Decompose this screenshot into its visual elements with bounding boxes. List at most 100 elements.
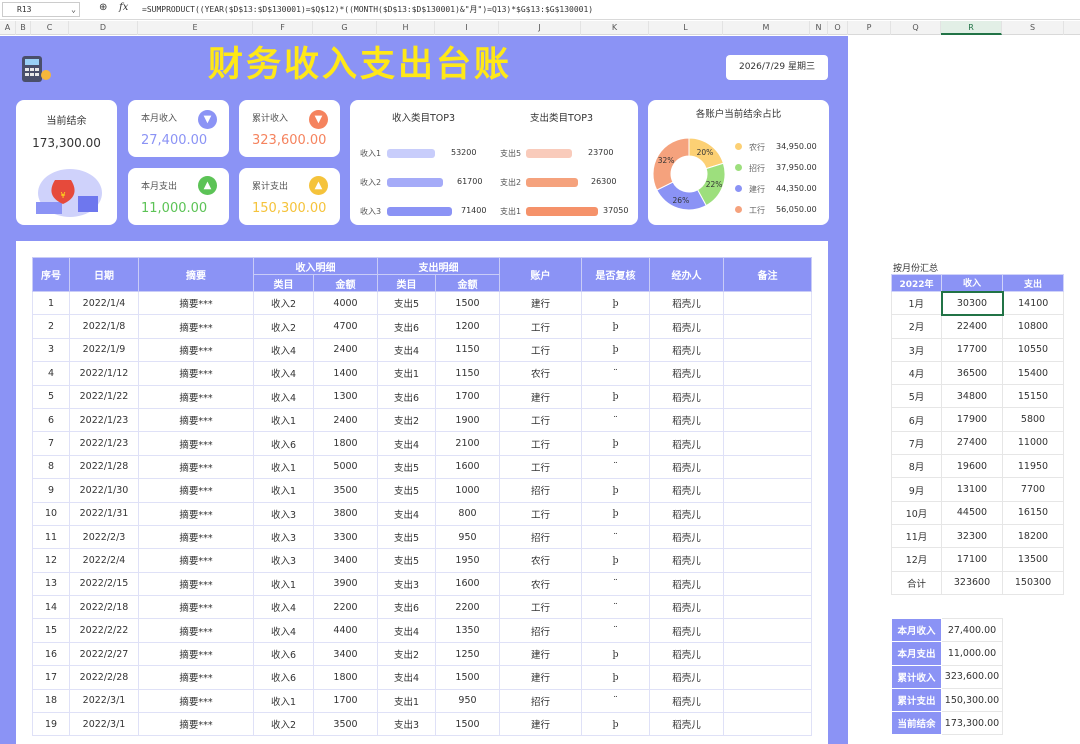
expense-category-cell[interactable]: 支出4	[377, 618, 436, 643]
remark-cell[interactable]	[723, 431, 812, 456]
account-cell[interactable]: 建行	[499, 641, 582, 667]
income-amount-cell[interactable]: 3500	[313, 478, 378, 503]
date-cell[interactable]: 2022/2/22	[69, 618, 139, 643]
summary-value[interactable]: 323,600.00	[941, 664, 1003, 689]
summary-key[interactable]: 本月支出	[891, 641, 942, 666]
remark-cell[interactable]	[723, 407, 812, 433]
account-cell[interactable]: 建行	[499, 665, 582, 690]
review-checkbox[interactable]: ¨	[581, 361, 650, 386]
income-amount-cell[interactable]: 4400	[313, 618, 378, 643]
date-cell[interactable]: 2022/3/1	[69, 712, 139, 737]
review-checkbox[interactable]: þ	[581, 501, 650, 526]
income-amount-cell[interactable]: 1300	[313, 384, 378, 409]
date-cell[interactable]: 2022/1/31	[69, 501, 139, 526]
income-category-cell[interactable]: 收入2	[253, 290, 314, 316]
summary-value[interactable]: 27,400.00	[941, 617, 1003, 643]
review-checkbox[interactable]: ¨	[581, 454, 650, 480]
date-cell[interactable]: 2022/1/30	[69, 478, 139, 503]
remark-cell[interactable]	[723, 712, 812, 737]
col-J[interactable]: J	[499, 21, 581, 35]
remark-cell[interactable]	[723, 665, 812, 690]
expense-category-cell[interactable]: 支出5	[377, 290, 436, 316]
summary-cell[interactable]: 摘要***	[138, 431, 254, 456]
review-checkbox[interactable]: þ	[581, 712, 650, 737]
handler-cell[interactable]: 稻壳儿	[649, 688, 724, 714]
income-category-cell[interactable]: 收入4	[253, 384, 314, 409]
month-cell[interactable]: 3月	[891, 337, 942, 362]
expense-amount-cell[interactable]: 1700	[435, 384, 500, 409]
summary-value[interactable]: 173,300.00	[941, 711, 1003, 736]
summary-cell[interactable]: 摘要***	[138, 454, 254, 480]
review-checkbox[interactable]: þ	[581, 337, 650, 363]
expense-amount-cell[interactable]: 1000	[435, 478, 500, 503]
month-expense-cell[interactable]: 16150	[1002, 500, 1064, 525]
income-amount-cell[interactable]: 2400	[313, 337, 378, 363]
date-cell[interactable]: 2022/1/4	[69, 290, 139, 316]
month-income-cell[interactable]: 19600	[941, 454, 1003, 479]
handler-cell[interactable]: 稻壳儿	[649, 337, 724, 363]
income-amount-cell[interactable]: 3500	[313, 712, 378, 737]
summary-cell[interactable]: 摘要***	[138, 361, 254, 386]
month-expense-cell[interactable]: 10800	[1002, 314, 1064, 339]
expense-category-cell[interactable]: 支出2	[377, 641, 436, 667]
col-P[interactable]: P	[848, 21, 891, 35]
review-checkbox[interactable]: þ	[581, 665, 650, 690]
month-cell[interactable]: 2月	[891, 314, 942, 339]
col-K[interactable]: K	[581, 21, 649, 35]
review-checkbox[interactable]: ¨	[581, 595, 650, 620]
review-checkbox[interactable]: ¨	[581, 688, 650, 714]
zoom-icon[interactable]: ⊕	[99, 2, 107, 13]
remark-cell[interactable]	[723, 548, 812, 573]
seq-cell[interactable]: 17	[32, 665, 70, 690]
summary-cell[interactable]: 摘要***	[138, 571, 254, 597]
income-category-cell[interactable]: 收入4	[253, 595, 314, 620]
summary-cell[interactable]: 摘要***	[138, 712, 254, 737]
handler-cell[interactable]: 稻壳儿	[649, 384, 724, 409]
expense-amount-cell[interactable]: 950	[435, 524, 500, 550]
expense-amount-cell[interactable]: 1950	[435, 548, 500, 573]
expense-amount-cell[interactable]: 1500	[435, 712, 500, 737]
account-cell[interactable]: 工行	[499, 595, 582, 620]
col-R[interactable]: R	[941, 21, 1002, 35]
income-amount-cell[interactable]: 1800	[313, 431, 378, 456]
expense-category-cell[interactable]: 支出5	[377, 454, 436, 480]
month-cell[interactable]: 12月	[891, 547, 942, 572]
expense-amount-cell[interactable]: 800	[435, 501, 500, 526]
income-amount-cell[interactable]: 1400	[313, 361, 378, 386]
month-expense-cell[interactable]: 5800	[1002, 407, 1064, 432]
month-cell[interactable]: 6月	[891, 407, 942, 432]
remark-cell[interactable]	[723, 595, 812, 620]
income-amount-cell[interactable]: 2400	[313, 407, 378, 433]
review-checkbox[interactable]: þ	[581, 314, 650, 339]
summary-cell[interactable]: 摘要***	[138, 407, 254, 433]
month-expense-cell[interactable]: 11000	[1002, 430, 1064, 456]
date-cell[interactable]: 2022/1/8	[69, 314, 139, 339]
summary-cell[interactable]: 摘要***	[138, 384, 254, 409]
handler-cell[interactable]: 稻壳儿	[649, 641, 724, 667]
account-cell[interactable]: 工行	[499, 454, 582, 480]
seq-cell[interactable]: 1	[32, 290, 70, 316]
income-category-cell[interactable]: 收入2	[253, 314, 314, 339]
handler-cell[interactable]: 稻壳儿	[649, 595, 724, 620]
col-B[interactable]: B	[16, 21, 31, 35]
income-category-cell[interactable]: 收入3	[253, 524, 314, 550]
handler-cell[interactable]: 稻壳儿	[649, 454, 724, 480]
date-cell[interactable]: 2022/1/9	[69, 337, 139, 363]
seq-cell[interactable]: 14	[32, 595, 70, 620]
formula-input[interactable]: =SUMPRODUCT((YEAR($D$13:$D$130001)=$Q$12…	[142, 4, 593, 15]
seq-cell[interactable]: 8	[32, 454, 70, 480]
income-amount-cell[interactable]: 3900	[313, 571, 378, 597]
handler-cell[interactable]: 稻壳儿	[649, 618, 724, 643]
income-category-cell[interactable]: 收入6	[253, 665, 314, 690]
month-cell[interactable]: 4月	[891, 360, 942, 386]
expense-category-cell[interactable]: 支出6	[377, 595, 436, 620]
expense-category-cell[interactable]: 支出3	[377, 571, 436, 597]
month-cell[interactable]: 5月	[891, 384, 942, 409]
month-expense-cell[interactable]: 7700	[1002, 477, 1064, 502]
summary-cell[interactable]: 摘要***	[138, 595, 254, 620]
month-income-cell[interactable]: 34800	[941, 384, 1003, 409]
month-expense-cell[interactable]: 15150	[1002, 384, 1064, 409]
income-category-cell[interactable]: 收入1	[253, 478, 314, 503]
col-I[interactable]: I	[435, 21, 499, 35]
income-amount-cell[interactable]: 2200	[313, 595, 378, 620]
